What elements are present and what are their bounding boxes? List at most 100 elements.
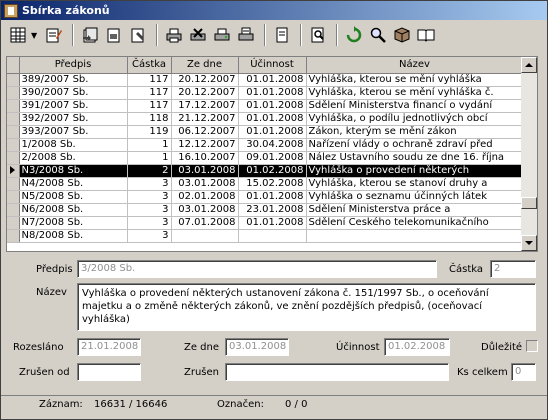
cell-castka[interactable]: 117 [127, 73, 172, 87]
row-indicator[interactable] [7, 190, 20, 204]
row-indicator[interactable] [7, 216, 20, 230]
cell-nazev[interactable]: Sdělení Ministerstva práce a [306, 203, 524, 217]
table-row[interactable]: N8/2008 Sb. 3 [7, 229, 524, 243]
cell-ucinnost[interactable]: 01.01.2008 [238, 73, 307, 87]
cell-predpis[interactable]: 390/2007 Sb. [19, 86, 128, 100]
cell-zedne[interactable]: 02.01.2008 [171, 190, 239, 204]
package-icon[interactable] [391, 24, 412, 46]
cell-ucinnost[interactable]: 09.01.2008 [238, 151, 307, 165]
table-row[interactable]: N4/2008 Sb. 3 03.01.2008 15.02.2008 Vyhláška… [7, 177, 524, 191]
cell-nazev[interactable]: Nález Ústavního soudu ze dne 16. října [306, 151, 524, 165]
print-icon[interactable] [163, 24, 184, 46]
row-indicator[interactable] [7, 151, 20, 165]
table-row[interactable]: 2/2008 Sb. 1 16.10.2007 09.01.2008 Nález Úst… [7, 151, 524, 165]
column-header[interactable]: Účinnost [238, 57, 307, 74]
search-icon[interactable] [367, 24, 388, 46]
cell-nazev[interactable]: Vyhláška, kterou se mění vyhláška [306, 73, 524, 87]
table-row[interactable]: N3/2008 Sb. 2 03.01.2008 01.02.2008 Vyhláška… [7, 164, 524, 178]
find-icon[interactable] [307, 24, 328, 46]
cell-predpis[interactable]: 393/2007 Sb. [19, 125, 128, 139]
records-grid[interactable]: Předpis Částka Ze dne Účinnost Název 389… [6, 56, 538, 252]
cell-zedne[interactable]: 17.12.2007 [171, 99, 239, 113]
cell-ucinnost[interactable] [238, 229, 307, 243]
print3-icon[interactable] [211, 24, 232, 46]
rozeslano-field[interactable]: 21.01.2008 [77, 338, 141, 356]
cell-nazev[interactable] [306, 229, 524, 243]
zrusen-field[interactable] [225, 363, 449, 381]
cell-predpis[interactable]: N6/2008 Sb. [19, 203, 128, 217]
table-menu-icon[interactable] [7, 24, 28, 46]
cell-ucinnost[interactable]: 01.01.2008 [238, 216, 307, 230]
row-indicator[interactable] [7, 125, 20, 139]
table-row[interactable]: N6/2008 Sb. 3 03.01.2008 23.01.2008 Sdělení … [7, 203, 524, 217]
archive-icon[interactable] [271, 24, 292, 46]
zrusen-od-field[interactable] [77, 363, 141, 381]
title-bar[interactable]: Sbírka zákonů [1, 1, 547, 20]
cell-nazev[interactable]: Nařízení vlády o ochraně zdraví před [306, 138, 524, 152]
cell-castka[interactable]: 2 [127, 164, 172, 178]
table-row[interactable]: 391/2007 Sb. 117 17.12.2007 01.01.2008 Sděle… [7, 99, 524, 113]
cell-zedne[interactable]: 16.10.2007 [171, 151, 239, 165]
cell-ucinnost[interactable]: 23.01.2008 [238, 203, 307, 217]
cell-castka[interactable]: 118 [127, 112, 172, 126]
cell-castka[interactable]: 3 [127, 190, 172, 204]
cell-zedne[interactable]: 03.01.2008 [171, 164, 239, 178]
cell-castka[interactable]: 3 [127, 177, 172, 191]
cell-zedne[interactable]: 07.01.2008 [171, 216, 239, 230]
cell-castka[interactable]: 1 [127, 138, 172, 152]
table-row[interactable]: N7/2008 Sb. 3 07.01.2008 01.01.2008 Sdělení … [7, 216, 524, 230]
doc-add-icon[interactable] [127, 24, 148, 46]
doc-copy-icon[interactable] [103, 24, 124, 46]
cell-predpis[interactable]: 1/2008 Sb. [19, 138, 128, 152]
cell-zedne[interactable]: 12.12.2007 [171, 138, 239, 152]
cell-zedne[interactable]: 03.01.2008 [171, 177, 239, 191]
cell-nazev[interactable]: Vyhláška, kterou se stanoví druhy a [306, 177, 524, 191]
cell-ucinnost[interactable]: 30.04.2008 [238, 138, 307, 152]
cell-predpis[interactable]: N3/2008 Sb. [19, 164, 128, 178]
row-indicator[interactable] [7, 229, 20, 243]
cell-predpis[interactable]: N5/2008 Sb. [19, 190, 128, 204]
cell-zedne[interactable]: 20.12.2007 [171, 86, 239, 100]
cell-zedne[interactable]: 20.12.2007 [171, 73, 239, 87]
dulezite-checkbox[interactable] [526, 340, 538, 352]
cell-ucinnost[interactable]: 01.01.2008 [238, 99, 307, 113]
doc-icon[interactable] [79, 24, 100, 46]
cell-nazev[interactable]: Vyhláška, o podílu jednotlivých obcí [306, 112, 524, 126]
column-header[interactable]: Ze dne [171, 57, 239, 74]
cell-zedne[interactable]: 06.12.2007 [171, 125, 239, 139]
edit-icon[interactable] [43, 24, 64, 46]
cell-nazev[interactable]: Sdělení Českého telekomunikačního [306, 216, 524, 230]
castka-field[interactable]: 2 [490, 260, 536, 278]
row-indicator[interactable] [7, 73, 20, 87]
cell-zedne[interactable]: 03.01.2008 [171, 203, 239, 217]
cell-zedne[interactable] [171, 229, 239, 243]
table-row[interactable]: 390/2007 Sb. 117 20.12.2007 01.01.2008 Vyhlá… [7, 86, 524, 100]
cell-castka[interactable]: 3 [127, 216, 172, 230]
row-indicator[interactable] [7, 99, 20, 113]
column-header[interactable]: Název [306, 57, 524, 74]
cell-nazev[interactable]: Sdělení Ministerstva financí o vydání [306, 99, 524, 113]
vertical-scrollbar[interactable] [521, 57, 537, 251]
print2-icon[interactable] [187, 24, 208, 46]
cell-castka[interactable]: 3 [127, 203, 172, 217]
cell-ucinnost[interactable]: 01.02.2008 [238, 164, 307, 178]
cell-predpis[interactable]: N4/2008 Sb. [19, 177, 128, 191]
book-icon[interactable] [415, 24, 436, 46]
cell-castka[interactable]: 1 [127, 151, 172, 165]
cell-ucinnost[interactable]: 01.01.2008 [238, 125, 307, 139]
column-header[interactable]: Částka [127, 57, 172, 74]
ks-celkem-field[interactable]: 0 [511, 363, 536, 381]
row-indicator[interactable] [7, 138, 20, 152]
refresh-icon[interactable] [343, 24, 364, 46]
cell-nazev[interactable]: Zákon, kterým se mění zákon [306, 125, 524, 139]
ucinnost-field[interactable]: 01.02.2008 [384, 338, 450, 356]
cell-ucinnost[interactable]: 01.01.2008 [238, 86, 307, 100]
cell-predpis[interactable]: N7/2008 Sb. [19, 216, 128, 230]
table-row[interactable]: 1/2008 Sb. 1 12.12.2007 30.04.2008 Nařízení … [7, 138, 524, 152]
cell-ucinnost[interactable]: 01.01.2008 [238, 112, 307, 126]
cell-predpis[interactable]: 389/2007 Sb. [19, 73, 128, 87]
nazev-memo[interactable]: Vyhláška o provedení některých ustanoven… [77, 283, 536, 331]
row-indicator[interactable] [7, 177, 20, 191]
cell-predpis[interactable]: 391/2007 Sb. [19, 99, 128, 113]
cell-predpis[interactable]: 2/2008 Sb. [19, 151, 128, 165]
